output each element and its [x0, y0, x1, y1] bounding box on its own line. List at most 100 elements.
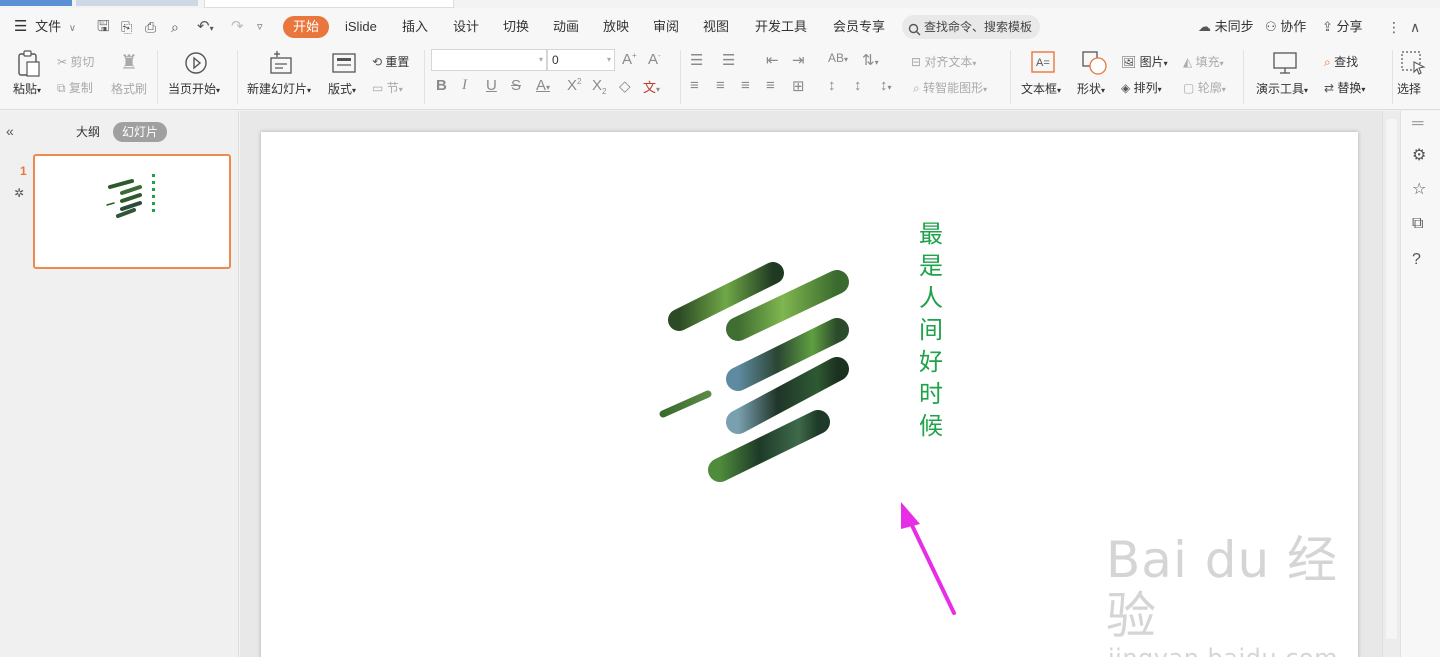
tab-insert[interactable]: 插入	[402, 8, 428, 46]
tab-design[interactable]: 设计	[453, 8, 479, 46]
arrange-button[interactable]: ◈ 排列▾	[1121, 79, 1162, 96]
strikethrough-icon[interactable]: S	[511, 77, 521, 94]
phonetic-guide-icon[interactable]: 文▾	[643, 77, 660, 96]
undo-icon[interactable]: ↶▾	[197, 8, 214, 46]
shape-icon[interactable]	[1082, 51, 1108, 75]
decrease-indent-icon[interactable]: ⇤	[766, 51, 779, 69]
numbered-list-icon[interactable]: ☰	[722, 51, 735, 69]
justify-icon[interactable]: ≡	[766, 77, 775, 94]
select-pointer-icon[interactable]	[1400, 50, 1426, 76]
font-family-select[interactable]: ▾	[431, 49, 547, 71]
spacing-options-icon[interactable]: ↕▾	[880, 77, 892, 94]
bullet-list-icon[interactable]: ☰	[690, 51, 703, 69]
picture-label: 图片	[1139, 55, 1164, 69]
cut-button[interactable]: ✂ 剪切	[57, 53, 94, 70]
tab-animation[interactable]: 动画	[553, 8, 579, 46]
format-painter-button[interactable]: 格式刷	[111, 80, 147, 97]
play-icon[interactable]	[184, 51, 208, 75]
vertical-poem-text[interactable]: 最 是 人 间 好 时 候	[916, 218, 946, 442]
save-icon[interactable]: 🖫	[97, 8, 110, 46]
customize-toolbar-icon[interactable]: ▿	[257, 8, 263, 46]
tab-home[interactable]: 开始	[283, 16, 330, 38]
bold-icon[interactable]: B	[436, 77, 447, 94]
tab-slideshow[interactable]: 放映	[603, 8, 629, 46]
layout-icon[interactable]	[332, 53, 356, 73]
command-search-box[interactable]: 查找命令、搜索模板	[902, 15, 1040, 39]
collaborate-button[interactable]: ⚇ 协作	[1265, 8, 1306, 46]
sort-icon[interactable]: ⇅▾	[862, 51, 879, 69]
section-button[interactable]: ▭ 节▾	[372, 79, 403, 96]
paste-icon[interactable]	[16, 50, 42, 78]
presentation-tools-icon[interactable]	[1272, 51, 1298, 75]
print-preview-icon[interactable]: ⌕	[171, 8, 179, 46]
distribute-icon[interactable]: ⊞	[792, 77, 805, 95]
font-color-icon[interactable]: A▾	[536, 77, 550, 94]
slide[interactable]: 最 是 人 间 好 时 候 Bai du 经验 jingyan.baidu.co…	[261, 132, 1358, 657]
help-icon[interactable]: ?	[1412, 251, 1421, 269]
tab-view[interactable]: 视图	[703, 8, 729, 46]
superscript-icon[interactable]: X2	[567, 77, 581, 94]
output-icon[interactable]: ⎘	[121, 8, 132, 46]
slide-switch-icon[interactable]: ⧉	[1412, 215, 1423, 233]
redo-icon[interactable]: ↷	[231, 8, 244, 46]
outline-button[interactable]: ▢ 轮廓▾	[1183, 79, 1226, 96]
align-right-icon[interactable]: ≡	[741, 77, 750, 94]
share-button[interactable]: ⇪ 分享	[1322, 8, 1363, 46]
collapse-ribbon-icon[interactable]: ∧	[1410, 8, 1420, 46]
find-button[interactable]: ⌕ 查找	[1324, 53, 1358, 70]
start-from-current-button[interactable]: 当页开始▾	[168, 80, 220, 97]
smart-graphic-button[interactable]: ⌕ 转智能图形▾	[913, 79, 987, 96]
layout-button[interactable]: 版式▾	[328, 80, 356, 97]
tab-islide[interactable]: iSlide	[345, 8, 377, 46]
align-center-icon[interactable]: ≡	[716, 77, 725, 94]
reset-button[interactable]: ⟲ 重置	[372, 53, 409, 70]
more-options-icon[interactable]: ⋮	[1387, 8, 1401, 46]
textbox-icon[interactable]: A=	[1031, 51, 1055, 73]
fill-button[interactable]: ◭ 填充▾	[1183, 53, 1224, 70]
scrollbar-thumb[interactable]	[1386, 119, 1397, 639]
tab-member[interactable]: 会员专享	[833, 8, 885, 46]
window-tab-current[interactable]	[204, 0, 454, 8]
textbox-button[interactable]: 文本框▾	[1021, 80, 1061, 97]
new-slide-button[interactable]: 新建幻灯片▾	[247, 80, 311, 97]
window-tab-other[interactable]	[76, 0, 198, 6]
replace-button[interactable]: ⇄ 替换▾	[1324, 79, 1365, 96]
clear-format-icon[interactable]: ◇	[619, 77, 631, 95]
tab-slides[interactable]: 幻灯片	[113, 122, 168, 142]
text-direction-icon[interactable]: AB▾	[828, 51, 848, 65]
picture-button[interactable]: 🖼 图片▾	[1121, 53, 1168, 70]
tab-review[interactable]: 审阅	[653, 8, 679, 46]
window-tab-home[interactable]	[0, 0, 72, 6]
paste-button[interactable]: 粘贴▾	[13, 80, 41, 97]
tab-outline[interactable]: 大纲	[76, 122, 100, 142]
slide-thumbnail[interactable]	[33, 154, 231, 269]
tab-developer[interactable]: 开发工具	[755, 8, 807, 46]
print-icon[interactable]: ⎙	[145, 8, 156, 46]
vertical-scrollbar[interactable]	[1382, 111, 1400, 657]
increase-indent-icon[interactable]: ⇥	[792, 51, 805, 69]
subscript-icon[interactable]: X2	[592, 77, 606, 96]
underline-icon[interactable]: U	[486, 77, 497, 94]
file-menu[interactable]: ☰ 文件 ∨	[14, 8, 76, 46]
paragraph-spacing-icon[interactable]: ↕	[854, 77, 862, 94]
poem-char: 是	[919, 252, 943, 280]
tab-transition[interactable]: 切换	[503, 8, 529, 46]
decrease-font-icon[interactable]: A-	[648, 51, 661, 68]
align-text-button[interactable]: ⊟ 对齐文本▾	[911, 53, 976, 70]
new-slide-icon[interactable]	[268, 50, 294, 76]
line-spacing-icon[interactable]: ↕	[828, 77, 836, 94]
layout-label: 版式	[328, 82, 353, 96]
increase-font-icon[interactable]: A+	[622, 51, 637, 68]
select-button[interactable]: 选择	[1397, 80, 1421, 97]
font-size-select[interactable]: 0 ▾	[547, 49, 615, 71]
sync-status-button[interactable]: ☁ 未同步	[1198, 8, 1254, 46]
shape-button[interactable]: 形状▾	[1077, 80, 1105, 97]
collapse-panel-icon[interactable]: «	[6, 123, 14, 139]
copy-button[interactable]: ⧉ 复制	[57, 79, 93, 96]
align-left-icon[interactable]: ≡	[690, 77, 699, 94]
properties-icon[interactable]: ⚙	[1412, 145, 1426, 165]
italic-icon[interactable]: I	[462, 77, 467, 94]
presentation-tools-button[interactable]: 演示工具▾	[1256, 80, 1308, 97]
presentation-tools-label: 演示工具	[1256, 82, 1305, 96]
animation-icon[interactable]: ☆	[1412, 179, 1426, 199]
